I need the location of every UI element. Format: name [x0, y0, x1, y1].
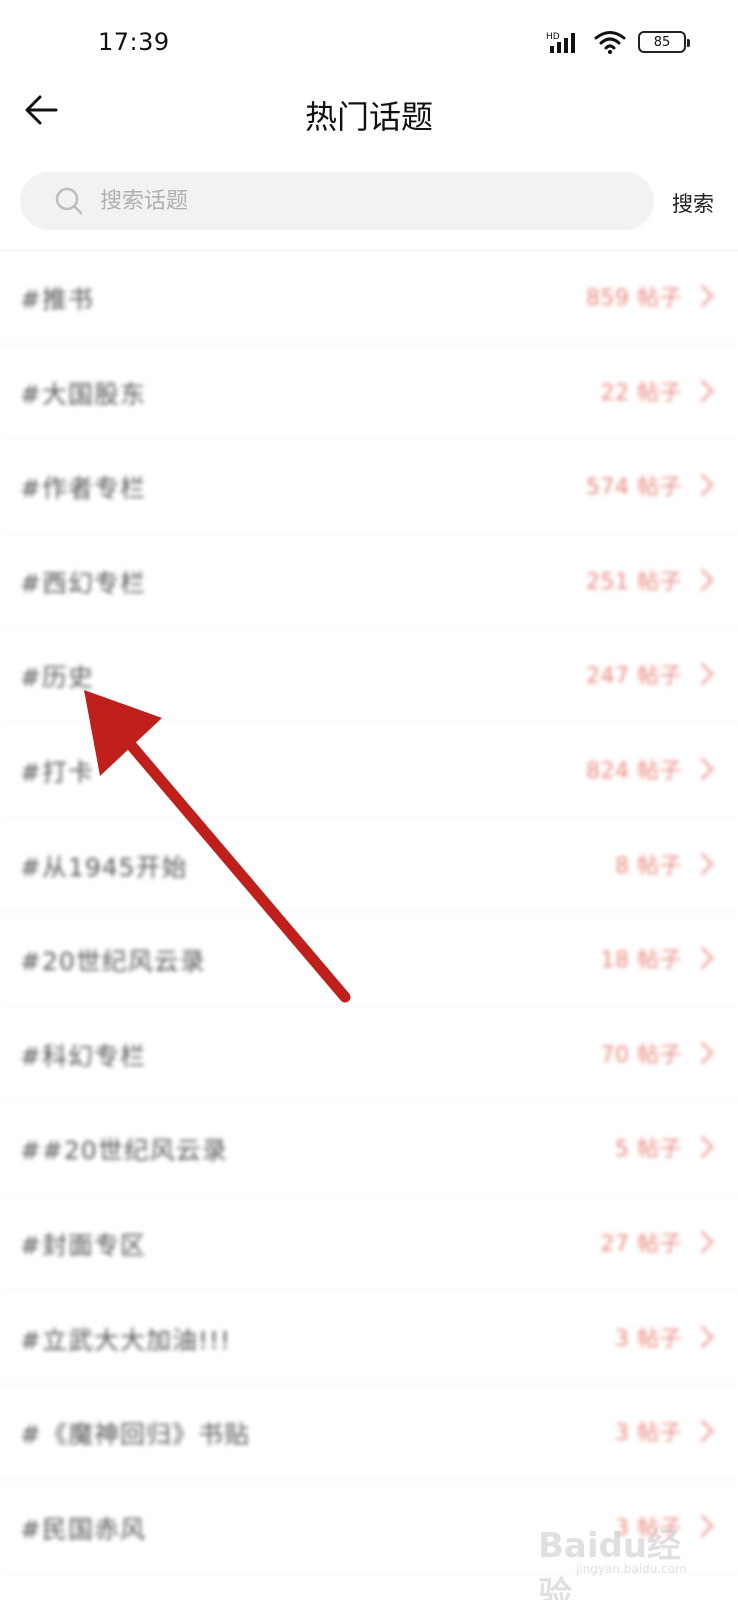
chevron-right-icon [701, 1325, 714, 1348]
search-icon [55, 187, 83, 215]
topic-name: #科幻专栏 [20, 1041, 146, 1071]
status-icons: HD 85 [546, 30, 690, 54]
topic-meta: 8 帖子 [615, 848, 714, 880]
topic-post-count: 574 帖子 [586, 475, 682, 501]
battery-level: 85 [653, 34, 671, 50]
status-bar: 17:39 HD 85 [0, 0, 738, 88]
topic-post-count: 22 帖子 [600, 380, 682, 406]
topic-post-count: 824 帖子 [586, 758, 682, 784]
topic-name: #《魔神回归》书贴 [20, 1420, 250, 1450]
topic-meta: 22 帖子 [601, 375, 715, 407]
topic-meta: 3 帖子 [615, 1321, 714, 1353]
topic-name: #20世纪风云录 [20, 947, 206, 977]
topic-post-count: 18 帖子 [600, 948, 682, 974]
topic-post-count: 247 帖子 [586, 664, 682, 690]
topic-name: ##20世纪风云录 [20, 1136, 228, 1166]
screen: 17:39 HD 85 热门话题 搜索话题 搜索 #推书 859 帖子 #大国股… [0, 0, 738, 1600]
battery-icon: 85 [638, 31, 690, 53]
title-bar: 热门话题 [0, 78, 738, 148]
topic-row[interactable]: #从1945开始 8 帖子 [0, 818, 738, 913]
topic-post-count: 859 帖子 [586, 286, 682, 311]
topic-row[interactable]: #历史 247 帖子 [0, 628, 738, 723]
topic-row[interactable]: #打卡 824 帖子 [0, 723, 738, 818]
topic-meta: 27 帖子 [601, 1226, 715, 1258]
topic-meta: 859 帖子 [586, 280, 714, 312]
search-row: 搜索 [0, 172, 738, 232]
topic-row[interactable]: ##20世纪风云录 5 帖子 [0, 1101, 738, 1196]
topic-name: #大国股东 [20, 379, 146, 409]
chevron-right-icon [701, 852, 714, 875]
chevron-right-icon [701, 757, 714, 780]
topic-post-count: 70 帖子 [600, 1042, 682, 1068]
topic-post-count: 5 帖子 [615, 1137, 682, 1163]
topic-row[interactable]: #推书 859 帖子 [0, 250, 738, 345]
topic-row[interactable]: #科幻专栏 70 帖子 [0, 1007, 738, 1102]
topic-name: #打卡 [20, 757, 94, 787]
network-label: HD [546, 32, 560, 42]
topic-meta: 70 帖子 [601, 1037, 715, 1069]
chevron-right-icon [701, 663, 714, 686]
topic-meta: 824 帖子 [586, 753, 714, 785]
topic-row[interactable]: #20世纪风云录 18 帖子 [0, 912, 738, 1007]
chevron-right-icon [701, 568, 714, 591]
topic-list: #推书 859 帖子 #大国股东 22 帖子 #作者专栏 574 帖子 #西幻专栏 251 帖… [0, 250, 738, 1575]
topic-meta: 5 帖子 [615, 1131, 714, 1163]
search-button[interactable]: 搜索 [672, 188, 714, 218]
chevron-right-icon [701, 1136, 714, 1159]
topic-name: #封面专区 [20, 1230, 146, 1260]
topic-row[interactable]: #立武大大加油!!! 3 帖子 [0, 1291, 738, 1386]
page-title: 热门话题 [304, 98, 433, 136]
topic-row[interactable]: #作者专栏 574 帖子 [0, 439, 738, 534]
topic-name: #作者专栏 [20, 474, 146, 504]
topic-meta: 3 帖子 [615, 1415, 714, 1447]
chevron-right-icon [701, 947, 714, 970]
chevron-right-icon [701, 474, 714, 497]
topic-row[interactable]: #封面专区 27 帖子 [0, 1196, 738, 1291]
topic-name: #推书 [20, 285, 94, 314]
topic-row[interactable]: #西幻专栏 251 帖子 [0, 534, 738, 629]
topic-meta: 247 帖子 [586, 658, 714, 690]
search-box[interactable] [20, 172, 654, 230]
search-input[interactable] [100, 188, 580, 214]
topic-name: #立武大大加油!!! [20, 1325, 232, 1355]
signal-icon: HD [546, 32, 575, 53]
topic-post-count: 3 帖子 [615, 1421, 682, 1447]
chevron-right-icon [701, 379, 714, 402]
watermark-sub: jingyan.baidu.com [576, 1562, 687, 1576]
topic-name: #民国赤风 [20, 1514, 146, 1544]
topic-name: #历史 [20, 663, 94, 693]
topic-post-count: 3 帖子 [615, 1326, 682, 1352]
topic-meta: 251 帖子 [586, 564, 714, 596]
topic-meta: 574 帖子 [586, 469, 714, 501]
status-time: 17:39 [98, 28, 170, 56]
topic-post-count: 251 帖子 [586, 569, 682, 595]
topic-name: #西幻专栏 [20, 568, 146, 598]
chevron-right-icon [701, 285, 714, 307]
chevron-right-icon [701, 1420, 714, 1443]
topic-name: #从1945开始 [20, 852, 188, 882]
watermark-brand: Baidu经验 [538, 1526, 682, 1600]
chevron-right-icon [701, 1230, 714, 1253]
topic-post-count: 27 帖子 [600, 1231, 682, 1257]
topic-row[interactable]: #大国股东 22 帖子 [0, 345, 738, 440]
topic-post-count: 8 帖子 [615, 853, 682, 879]
topic-meta: 18 帖子 [601, 942, 715, 974]
watermark: Baidu经验 jingyan.baidu.com [532, 1512, 712, 1600]
chevron-right-icon [701, 1041, 714, 1064]
wifi-icon [594, 31, 626, 54]
topic-row[interactable]: #《魔神回归》书贴 3 帖子 [0, 1385, 738, 1480]
